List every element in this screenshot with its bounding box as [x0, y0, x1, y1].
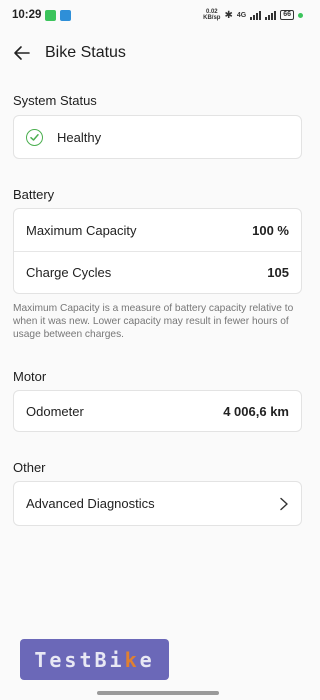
status-time: 10:29: [12, 9, 42, 21]
page-title: Bike Status: [45, 44, 126, 61]
odometer-row: Odometer 4 006,6 km: [14, 391, 301, 431]
motor-card: Odometer 4 006,6 km: [13, 390, 302, 432]
battery-row-charge-cycles: Charge Cycles 105: [14, 252, 301, 293]
messages-notification-icon: [45, 9, 57, 21]
home-indicator[interactable]: [97, 691, 219, 695]
row-value: 4 006,6 km: [223, 403, 289, 419]
row-label: Maximum Capacity: [26, 222, 137, 238]
battery-card: Maximum Capacity 100 % Charge Cycles 105: [13, 208, 302, 294]
row-label: Charge Cycles: [26, 265, 112, 280]
status-bar: 10:29 0.02 KB/sp ✱ 4G 66: [0, 0, 315, 30]
check-circle-icon: [26, 128, 43, 146]
signal-icon-2: [265, 10, 277, 20]
chevron-right-icon: [280, 497, 288, 510]
back-arrow-icon[interactable]: [12, 43, 32, 63]
other-heading: Other: [13, 460, 46, 475]
system-status-row: Healthy: [14, 116, 301, 158]
privacy-dot-icon: [298, 12, 303, 18]
system-status-card: Healthy: [13, 115, 302, 159]
row-label: Advanced Diagnostics: [26, 496, 155, 511]
battery-heading: Battery: [13, 187, 55, 202]
signal-icon: [250, 10, 262, 20]
advanced-diagnostics-card[interactable]: Advanced Diagnostics: [13, 481, 302, 526]
battery-icon: 66: [280, 10, 294, 20]
advanced-diagnostics-row[interactable]: Advanced Diagnostics: [14, 482, 301, 525]
system-status-heading: System Status: [13, 93, 97, 108]
bluetooth-icon: ✱: [224, 9, 233, 21]
row-label: Odometer: [26, 403, 84, 419]
motor-heading: Motor: [13, 369, 47, 384]
app-notification-icon: [60, 9, 72, 21]
battery-note: Maximum Capacity is a measure of battery…: [13, 303, 294, 340]
status-label: Healthy: [57, 129, 102, 145]
row-value: 100 %: [252, 222, 289, 238]
battery-row-max-capacity: Maximum Capacity 100 %: [14, 209, 301, 251]
network-speed: 0.02 KB/sp: [203, 9, 221, 21]
testbike-logo: TestBi k e: [20, 639, 169, 680]
network-type: 4G: [236, 11, 247, 19]
row-value: 105: [267, 265, 289, 280]
app-header: Bike Status: [0, 30, 315, 76]
